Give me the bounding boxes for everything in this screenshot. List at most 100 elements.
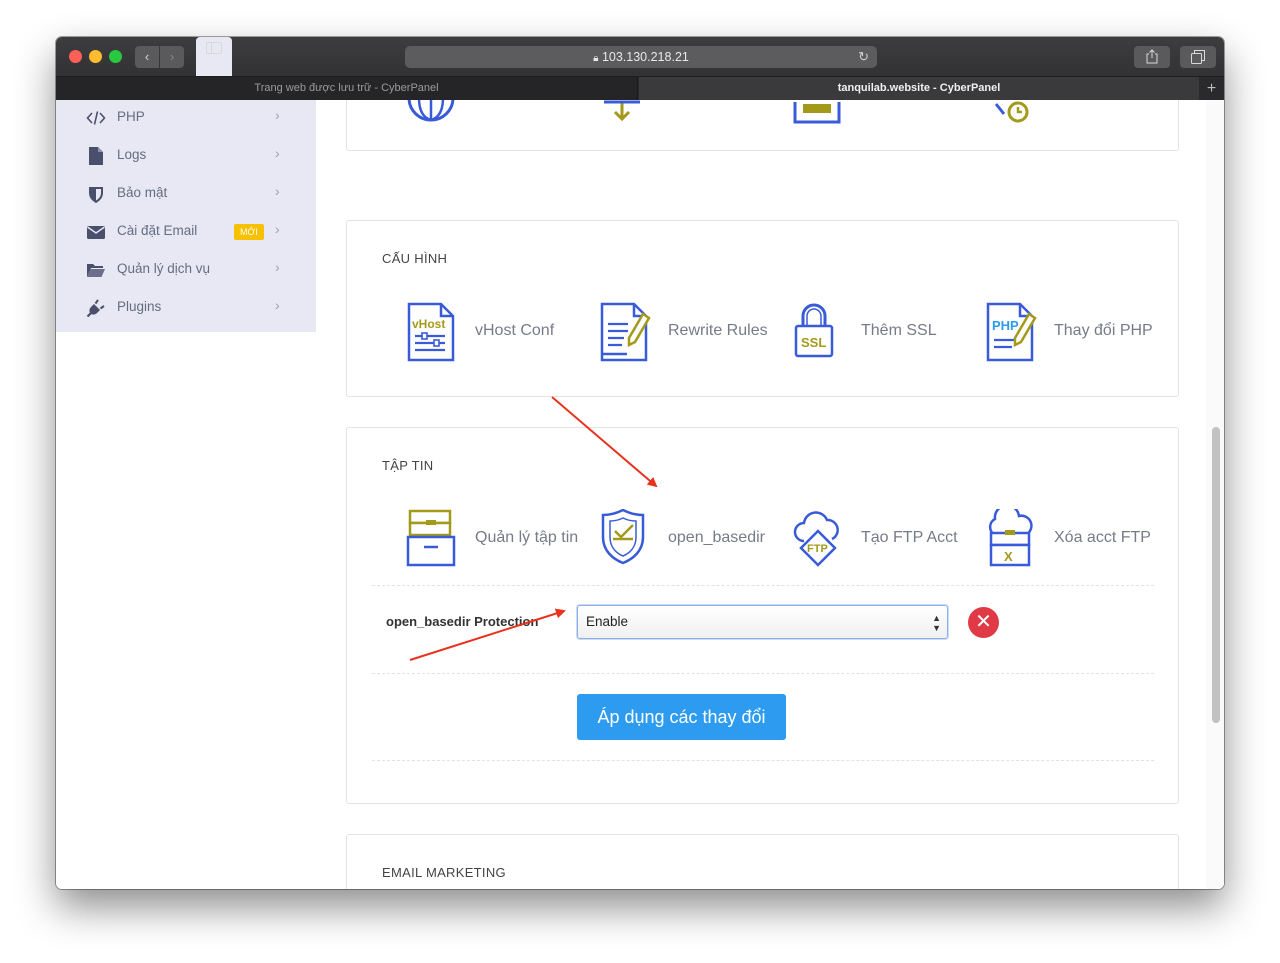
back-button[interactable]: ‹ — [135, 46, 159, 68]
cancel-button[interactable]: ✕ — [968, 607, 999, 638]
tab-tanquilab[interactable]: tanquilab.website - CyberPanel — [639, 77, 1199, 101]
chevron-left-icon: ‹ — [144, 49, 150, 64]
file-icon — [89, 147, 103, 165]
delete-ftp-account-tool[interactable]: X Xóa acct FTP — [985, 509, 1165, 571]
selected-value: Enable — [586, 614, 629, 629]
tabs-overview-icon — [1191, 50, 1205, 64]
svg-text:vHost: vHost — [412, 317, 445, 331]
svg-text:SSL: SSL — [801, 335, 826, 350]
download-icon[interactable] — [602, 100, 642, 126]
open-basedir-protection-label: open_basedir Protection — [386, 614, 539, 629]
create-ftp-account-tool[interactable]: FTP Tạo FTP Acct — [792, 509, 972, 571]
files-section-card: TẬP TIN Quản lý tập tin open_basedir FTP… — [346, 427, 1179, 804]
new-tab-button[interactable]: + — [1199, 77, 1224, 101]
new-badge: MỚI — [234, 224, 264, 240]
show-tabs-button[interactable] — [1180, 46, 1216, 68]
svg-text:PHP: PHP — [992, 318, 1019, 333]
chevron-right-icon: › — [275, 297, 280, 313]
vhost-conf-tool[interactable]: vHost vHost Conf — [406, 302, 576, 364]
tool-label: Thay đổi PHP — [1054, 322, 1153, 339]
close-icon: ✕ — [975, 611, 992, 633]
file-manager-icon — [406, 509, 456, 567]
forward-button[interactable]: › — [160, 46, 184, 68]
ssl-lock-icon: SSL — [794, 303, 834, 358]
divider — [372, 673, 1154, 674]
close-window-button[interactable] — [69, 50, 82, 63]
browser-window: ‹ › 🔒︎ 103.130.218.21 ↻ Trang web được l… — [56, 37, 1224, 889]
vhost-conf-icon: vHost — [407, 302, 455, 362]
file-manager-tool[interactable]: Quản lý tập tin — [406, 509, 596, 571]
scrollbar-thumb[interactable] — [1212, 427, 1220, 723]
sidebar-item-label: Plugins — [117, 299, 162, 314]
url-text: 103.130.218.21 — [601, 50, 689, 64]
svg-text:X: X — [1004, 549, 1013, 564]
svg-text:FTP: FTP — [807, 543, 828, 555]
zoom-window-button[interactable] — [109, 50, 122, 63]
rewrite-rules-tool[interactable]: Rewrite Rules — [599, 302, 779, 364]
tool-label: open_basedir — [668, 529, 765, 546]
sidebar-item-label: Cài đặt Email — [117, 223, 198, 238]
email-marketing-section-card: EMAIL MARKETING — [346, 834, 1179, 889]
globe-icon[interactable] — [406, 100, 456, 126]
sidebar-item-php[interactable]: PHP › — [56, 100, 316, 137]
sidebar-icon — [206, 42, 222, 54]
reload-icon[interactable]: ↻ — [858, 46, 869, 68]
ftp-cloud-icon: FTP — [793, 511, 839, 567]
tool-label: Rewrite Rules — [668, 322, 768, 339]
sidebar-item-email-settings[interactable]: Cài đặt Email MỚI › — [56, 213, 316, 251]
sidebar-item-logs[interactable]: Logs › — [56, 137, 316, 175]
sidebar-menu: PHP › Logs › Bảo mật › Cài đặt Email MỚI… — [56, 100, 316, 332]
lock-icon: 🔒︎ — [593, 53, 599, 64]
config-section-title: CẤU HÌNH — [382, 251, 448, 266]
shield-icon — [89, 187, 103, 203]
tab-hosted-sites[interactable]: Trang web được lưu trữ - CyberPanel — [56, 77, 638, 101]
tab-bar: Trang web được lưu trữ - CyberPanel tanq… — [56, 76, 1224, 101]
change-php-tool[interactable]: PHP Thay đổi PHP — [985, 302, 1165, 364]
open-basedir-tool[interactable]: open_basedir — [599, 509, 779, 571]
key-clock-icon[interactable] — [988, 100, 1038, 126]
sidebar-item-label: Logs — [117, 147, 147, 162]
minimize-window-button[interactable] — [89, 50, 102, 63]
apply-changes-button[interactable]: Áp dụng các thay đổi — [577, 694, 786, 740]
sidebar-item-label: Quản lý dịch vụ — [117, 261, 211, 276]
open-basedir-protection-select[interactable]: Enable ▲ ▼ — [577, 605, 948, 639]
address-bar[interactable]: 🔒︎ 103.130.218.21 ↻ — [405, 46, 877, 68]
folder-open-icon — [87, 264, 105, 277]
tool-label: vHost Conf — [475, 322, 555, 339]
divider — [372, 585, 1154, 586]
chevron-right-icon: › — [275, 221, 280, 237]
code-icon — [86, 111, 106, 125]
files-section-title: TẬP TIN — [382, 458, 434, 473]
sidebar-item-label: Bảo mật — [117, 185, 168, 200]
tool-label: Thêm SSL — [861, 322, 937, 339]
tool-label: Tạo FTP Acct — [861, 529, 958, 546]
page-viewport: PHP › Logs › Bảo mật › Cài đặt Email MỚI… — [56, 100, 1224, 889]
chevron-right-icon: › — [275, 183, 280, 199]
shield-check-icon — [601, 509, 645, 565]
add-ssl-tool[interactable]: SSL Thêm SSL — [792, 302, 962, 364]
share-icon — [1146, 49, 1158, 64]
sidebar-item-service-management[interactable]: Quản lý dịch vụ › — [56, 251, 316, 289]
email-marketing-section-title: EMAIL MARKETING — [382, 865, 506, 880]
tool-label: Xóa acct FTP — [1054, 529, 1151, 546]
chevron-right-icon: › — [275, 107, 280, 123]
chevron-right-icon: › — [275, 145, 280, 161]
chevron-right-icon: › — [275, 259, 280, 275]
htaccess-file-icon[interactable] — [793, 100, 841, 126]
sidebar-item-security[interactable]: Bảo mật › — [56, 175, 316, 213]
plug-icon — [86, 299, 105, 318]
share-button[interactable] — [1134, 46, 1170, 68]
plus-icon: + — [1206, 80, 1217, 97]
sidebar-item-plugins[interactable]: Plugins › — [56, 289, 316, 327]
title-bar: ‹ › 🔒︎ 103.130.218.21 ↻ — [56, 37, 1224, 269]
php-file-icon: PHP — [986, 302, 1037, 362]
card-previous-section — [346, 100, 1179, 151]
tool-label: Quản lý tập tin — [475, 529, 579, 546]
config-section-card: CẤU HÌNH vHost vHost Conf Rewrite Rules … — [346, 220, 1179, 397]
divider — [372, 760, 1154, 761]
sidebar-item-label: PHP — [117, 109, 145, 124]
select-arrows-icon: ▲ ▼ — [932, 613, 941, 633]
ftp-delete-icon: X — [988, 509, 1033, 567]
mail-icon — [87, 226, 105, 239]
chevron-right-icon: › — [169, 49, 175, 64]
